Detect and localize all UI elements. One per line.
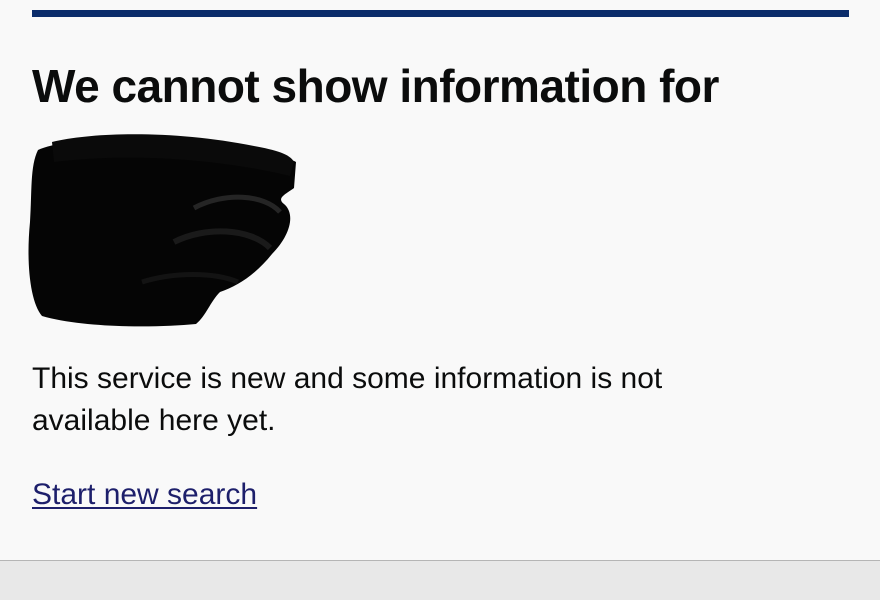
footer-bar [0, 560, 880, 600]
top-accent-rule [32, 10, 849, 17]
start-new-search-link[interactable]: Start new search [32, 474, 257, 516]
page-title: We cannot show information for [32, 60, 719, 112]
page: We cannot show information for This serv… [0, 0, 880, 600]
redacted-name [28, 134, 296, 327]
info-message: This service is new and some information… [32, 362, 663, 437]
